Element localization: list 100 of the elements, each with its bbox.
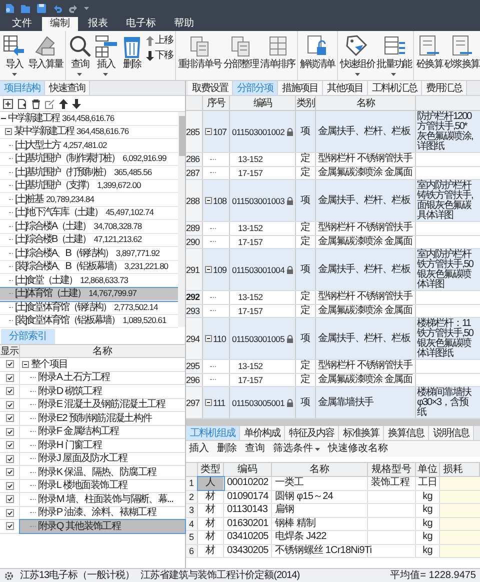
table-row[interactable]: 286 13-152 定 型钢栏杆 不锈钢管扶手	[186, 153, 480, 166]
checkbox[interactable]	[6, 468, 14, 476]
tab[interactable]: 特征及内容	[285, 426, 339, 440]
table-row[interactable]: 292 13-152 定 型钢栏杆 不锈钢管扶手	[186, 291, 480, 304]
menu-tab[interactable]: 电子标	[118, 17, 164, 31]
undo-icon[interactable]	[52, 3, 63, 14]
toolbar-button[interactable]: 筛选条件	[273, 442, 320, 456]
table-row[interactable]: 3 材 01130143 扁钢 kg	[186, 504, 480, 518]
tab[interactable]: 其他项目	[323, 81, 368, 95]
toolbar-button[interactable]: 删除	[217, 442, 237, 456]
checkbox[interactable]	[6, 454, 14, 463]
tree-item[interactable]: 附录K 保温、隔热、防腐工程	[20, 466, 185, 478]
ribbon-button[interactable]: 删除	[118, 31, 145, 80]
checkbox[interactable]	[6, 414, 14, 422]
tab[interactable]: 标准换算	[339, 426, 384, 440]
checkbox[interactable]	[6, 428, 14, 436]
up-arrow-icon[interactable]	[59, 98, 68, 108]
tree-item[interactable]: [土]桩基 20,789,234.84	[0, 193, 178, 206]
redo-icon[interactable]	[68, 3, 79, 14]
tree-item[interactable]: [土]基坑围护（支撑） 1,399,672.00	[0, 180, 178, 193]
collapse-icon[interactable]	[205, 335, 212, 342]
table-row[interactable]: 290 17-157 定 金属氟碳漆喷涂 金属面	[186, 236, 480, 249]
checkbox[interactable]	[6, 482, 14, 490]
ribbon-button[interactable]: 导入	[1, 31, 27, 80]
tab[interactable]: 说明信息	[429, 426, 474, 440]
toolbar-button[interactable]: 查询	[245, 442, 265, 456]
scrollbar[interactable]	[186, 419, 480, 426]
collapse-icon[interactable]	[22, 360, 29, 368]
table-row[interactable]: 6 材 03430205 不锈钢螺丝 1Cr18Ni9Ti kg	[186, 544, 480, 558]
tree-item[interactable]: [土]基坑围护（制作素打桩） 6,092,916.99	[0, 152, 178, 166]
tree-item[interactable]: [装]综合楼A、B（铝板幕墙） 3,231,221.80	[0, 260, 178, 274]
table-row[interactable]: 2 材 01090174 圆钢 φ15～24 kg	[186, 490, 480, 504]
collapse-icon[interactable]	[205, 197, 212, 204]
tree-item[interactable]: 附录J 屋面及防水工程	[20, 452, 185, 465]
save-icon[interactable]	[36, 3, 47, 14]
table-row[interactable]: 293 17-157 定 金属氟碳漆喷涂 金属面	[186, 304, 480, 318]
tab[interactable]: 取费设置	[188, 81, 233, 95]
checkbox[interactable]	[6, 508, 14, 517]
tree-item[interactable]: 附录P 油漆、涂料、裱糊工程	[20, 506, 185, 519]
down-arrow-icon[interactable]	[72, 98, 81, 108]
tree-item[interactable]: 整个项目	[20, 358, 185, 370]
ribbon-button[interactable]: 插入	[92, 31, 119, 80]
tab[interactable]: 换算信息	[384, 426, 429, 440]
collapse-icon[interactable]	[205, 128, 212, 135]
tab[interactable]: 单价构成	[240, 426, 285, 440]
table-row[interactable]: 295 13-152 定 型钢栏杆 不锈钢管扶手	[186, 360, 480, 374]
ribbon-button[interactable]: 快速组价	[338, 31, 376, 80]
tree-item[interactable]: 附录L 楼地面装饰工程	[20, 480, 185, 492]
ribbon-button[interactable]: 批量功能	[376, 31, 412, 80]
checkbox[interactable]	[6, 400, 14, 409]
ribbon-button[interactable]: 查询	[66, 31, 93, 80]
tree-item[interactable]: [土]大型土方 4,257,481.02	[0, 139, 178, 152]
collapse-icon[interactable]	[205, 266, 212, 273]
ribbon-button[interactable]: 清单排序	[259, 31, 296, 80]
table-row[interactable]: 297 111 011503005001 项 金属靠墙扶手 楼梯间靠墙扶 φ30×3，含预 纸	[186, 387, 480, 419]
document-icon[interactable]	[17, 98, 27, 108]
move-button[interactable]: 下移	[146, 49, 173, 62]
tab[interactable]: 措施项目	[278, 81, 323, 95]
tree-item[interactable]: 附录F 金属结构工程	[20, 426, 185, 438]
menu-tab[interactable]: 报表	[80, 17, 116, 31]
tree-item[interactable]: 附录H 门窗工程	[20, 439, 185, 452]
ribbon-button[interactable]: 解锁清单	[298, 31, 336, 80]
tree-item[interactable]: [土]食堂体育馆（钢结构） 2,773,502.14	[0, 301, 178, 314]
tree-item[interactable]: 附录E 混凝土及钢筋混凝土工程	[20, 398, 185, 411]
table-row[interactable]: 1 人 00010202 一类工 装饰工程 工日	[186, 477, 480, 490]
tree-item[interactable]: 附录M 墙、柱面装饰与隔断、幕...	[20, 493, 185, 506]
menu-tab[interactable]: 编制	[42, 17, 78, 31]
tree-item[interactable]: 附录A 土石方工程	[20, 372, 185, 384]
checkbox[interactable]	[6, 360, 14, 368]
caret-icon[interactable]	[84, 7, 89, 10]
table-row[interactable]: 5 材 03410205 电焊条 J422 kg	[186, 531, 480, 544]
add-icon[interactable]	[3, 98, 13, 108]
move-button[interactable]: 上移	[146, 34, 173, 47]
tree-item[interactable]: [土]综合楼A（土建） 34,708,328.78	[0, 220, 178, 234]
checkbox[interactable]	[6, 522, 14, 530]
checkbox[interactable]	[6, 441, 14, 450]
checkbox[interactable]	[6, 374, 14, 382]
table-row[interactable]: 289 13-152 定 型钢栏杆 不锈钢管扶手	[186, 222, 480, 236]
tree-item[interactable]: [土]综合楼B（土建） 47,121,213.62	[0, 234, 178, 247]
ribbon-button[interactable]: 分部整理	[222, 31, 260, 80]
ribbon-button[interactable]: 砂浆换算	[444, 31, 480, 80]
tree-item[interactable]: 中学新建工程 364,458,616.76	[0, 112, 178, 126]
scrollbar[interactable]	[178, 112, 185, 327]
tree-item[interactable]: [土]地下汽车库（土建） 45,497,102.74	[0, 206, 178, 220]
ribbon-button[interactable]: 重排清单号	[176, 31, 222, 80]
tree-item[interactable]: [土]基坑围护（打预制桩） 365,485.56	[0, 166, 178, 180]
checkbox[interactable]	[6, 387, 14, 396]
tree-item[interactable]: 附录Q 其他装饰工程	[20, 520, 185, 532]
tab[interactable]: 工料机汇总	[368, 81, 422, 95]
table-row[interactable]: 296 17-157 定 金属氟碳漆喷涂 金属面	[186, 374, 480, 387]
tree-item[interactable]: [土]综合楼A、B（钢结构） 3,897,771.92	[0, 247, 178, 260]
ribbon-button[interactable]: 砼换算	[415, 31, 444, 80]
table-row[interactable]: 4 材 01630201 钢棒 精制 kg	[186, 518, 480, 531]
menu-tab[interactable]: 文件	[4, 17, 40, 31]
scrollbar-thumb[interactable]	[178, 116, 184, 156]
collapse-icon[interactable]	[205, 399, 212, 406]
tab[interactable]: 快速查询	[45, 81, 90, 95]
settings-icon[interactable]	[4, 570, 14, 580]
tree-item[interactable]: 附录D 砌筑工程	[20, 385, 185, 398]
ribbon-button[interactable]: 导入算量	[27, 31, 64, 80]
